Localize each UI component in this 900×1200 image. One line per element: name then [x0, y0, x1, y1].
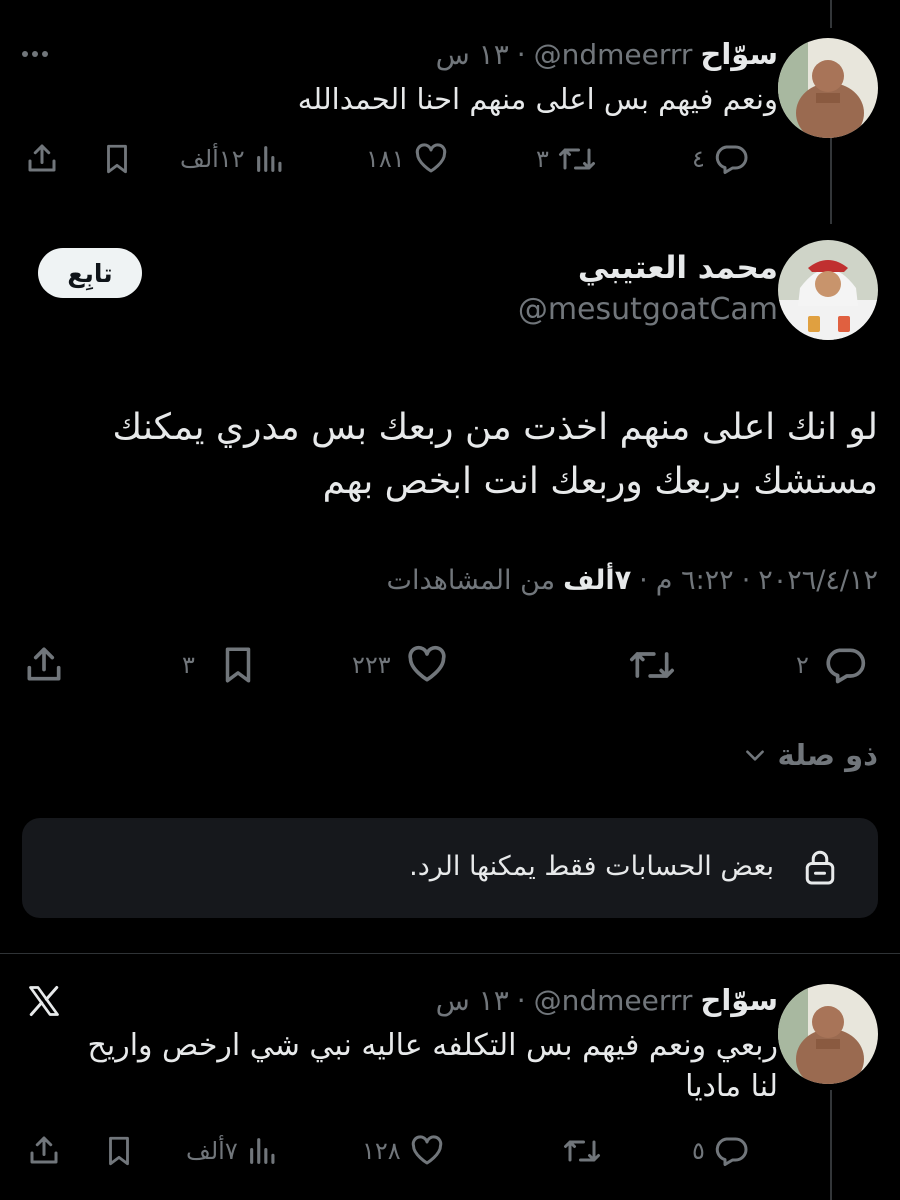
tweet-text-line-2: مستشك بربعك وربعك انت ابخص بهم: [322, 461, 878, 502]
meta-separator: ·: [741, 565, 751, 596]
retweet-icon: [564, 1140, 600, 1162]
views-icon: [256, 146, 282, 172]
tweet-text-line-2: لنا ماديا: [685, 1069, 778, 1104]
share-button[interactable]: [24, 140, 60, 180]
bookmark-button[interactable]: ٣: [182, 643, 259, 687]
views-label: من المشاهدات: [386, 565, 556, 596]
thread-line-1: [830, 138, 832, 224]
retweet-icon: [558, 148, 595, 170]
like-count: ٢٢٣: [352, 651, 391, 679]
reply-icon: [826, 648, 866, 684]
like-icon: [411, 1135, 442, 1165]
tweet-text-line-1: ربعي ونعم فيهم بس التكلفه عاليه نبي شي ا…: [87, 1028, 779, 1063]
views-count[interactable]: ٧ألف: [563, 565, 631, 596]
views-icon: [249, 1138, 275, 1164]
like-button[interactable]: ٢٢٣: [352, 643, 449, 687]
share-icon: [28, 144, 56, 172]
bookmark-icon: [225, 647, 251, 683]
avatar[interactable]: [778, 984, 878, 1084]
reply-count: ٢: [796, 651, 809, 679]
related-label: ذو صلة: [777, 738, 878, 772]
retweet-icon: [629, 652, 674, 678]
share-button[interactable]: [22, 642, 66, 690]
reply-icon: [715, 145, 748, 174]
views-count: ٧ألف: [186, 1137, 238, 1165]
retweet-count: ٣: [536, 145, 549, 173]
retweet-button[interactable]: ٣: [536, 141, 597, 177]
share-button[interactable]: [26, 1132, 62, 1172]
related-toggle[interactable]: ذو صلة: [742, 738, 878, 772]
thread-line-2: [830, 1090, 832, 1200]
avatar-image: [778, 984, 878, 1084]
avatar-image: [778, 240, 878, 340]
tweet-text-line-1: لو انك اعلى منهم اخذت من ربعك بس مدري يم…: [112, 407, 878, 448]
author-handle[interactable]: @ndmeerrr: [534, 38, 693, 71]
like-icon: [408, 645, 446, 682]
thread-line-top: [830, 0, 832, 28]
author-handle[interactable]: @mesutgoatCam: [518, 292, 778, 327]
bookmark-count: ٣: [182, 651, 195, 679]
author-name[interactable]: محمد العتيبي: [578, 250, 778, 286]
like-button[interactable]: ١٢٨: [362, 1133, 445, 1169]
reply-restriction-text: بعض الحسابات فقط يمكنها الرد.: [409, 851, 774, 882]
author-name[interactable]: سوّاح: [700, 983, 778, 1017]
bookmark-icon: [107, 144, 127, 174]
tweet-text: ونعم فيهم بس اعلى منهم احنا الحمدالله: [297, 82, 778, 116]
tweet-header: سوّاح @ndmeerrr · ١٣ س: [436, 983, 778, 1017]
tweet-header: سوّاح @ndmeerrr · ١٣ س: [436, 37, 778, 71]
separator: ·: [516, 38, 526, 71]
chevron-down-icon: [745, 750, 764, 761]
avatar-image: [778, 38, 878, 138]
meta-separator: ·: [639, 565, 648, 596]
more-icon[interactable]: [22, 44, 48, 63]
reply-button[interactable]: ٤: [692, 141, 749, 177]
avatar[interactable]: [778, 240, 878, 340]
tweet-time[interactable]: ٦:٢٢ م: [656, 565, 734, 596]
timestamp[interactable]: ١٣ س: [436, 38, 509, 71]
reply-icon: [715, 1137, 748, 1166]
reply-restriction-box: بعض الحسابات فقط يمكنها الرد.: [22, 818, 878, 918]
retweet-button[interactable]: [626, 643, 678, 691]
share-icon: [30, 1136, 58, 1164]
tweet-date[interactable]: ٢٠٢٦/٤/١٢: [758, 565, 878, 596]
divider: [0, 953, 900, 954]
author-name[interactable]: سوّاح: [700, 37, 778, 71]
reply-count: ٥: [692, 1137, 705, 1165]
views-count: ١٢ألف: [180, 145, 245, 173]
like-button[interactable]: ١٨١: [366, 141, 449, 177]
separator: ·: [516, 984, 526, 1017]
views-button[interactable]: ٧ألف: [186, 1133, 280, 1169]
reply-button[interactable]: ٥: [692, 1133, 749, 1169]
timestamp[interactable]: ١٣ س: [436, 984, 509, 1017]
bookmark-button[interactable]: [100, 141, 134, 181]
share-icon: [27, 647, 61, 681]
bookmark-button[interactable]: [102, 1133, 136, 1173]
like-icon: [415, 143, 446, 173]
like-count: ١٢٨: [362, 1137, 401, 1165]
author-handle[interactable]: @ndmeerrr: [534, 984, 693, 1017]
tweet-meta: ٢٠٢٦/٤/١٢ · ٦:٢٢ م · ٧ألف من المشاهدات: [387, 565, 878, 596]
like-count: ١٨١: [366, 145, 405, 173]
lock-icon: [805, 850, 835, 885]
follow-button[interactable]: تابِع: [38, 248, 142, 298]
bookmark-icon: [109, 1136, 129, 1166]
reply-count: ٤: [692, 145, 705, 173]
views-button[interactable]: ١٢ألف: [180, 141, 287, 177]
avatar[interactable]: [778, 38, 878, 138]
retweet-button[interactable]: [562, 1133, 602, 1173]
reply-button[interactable]: ٢: [796, 643, 867, 687]
x-logo-icon[interactable]: [26, 983, 62, 1023]
